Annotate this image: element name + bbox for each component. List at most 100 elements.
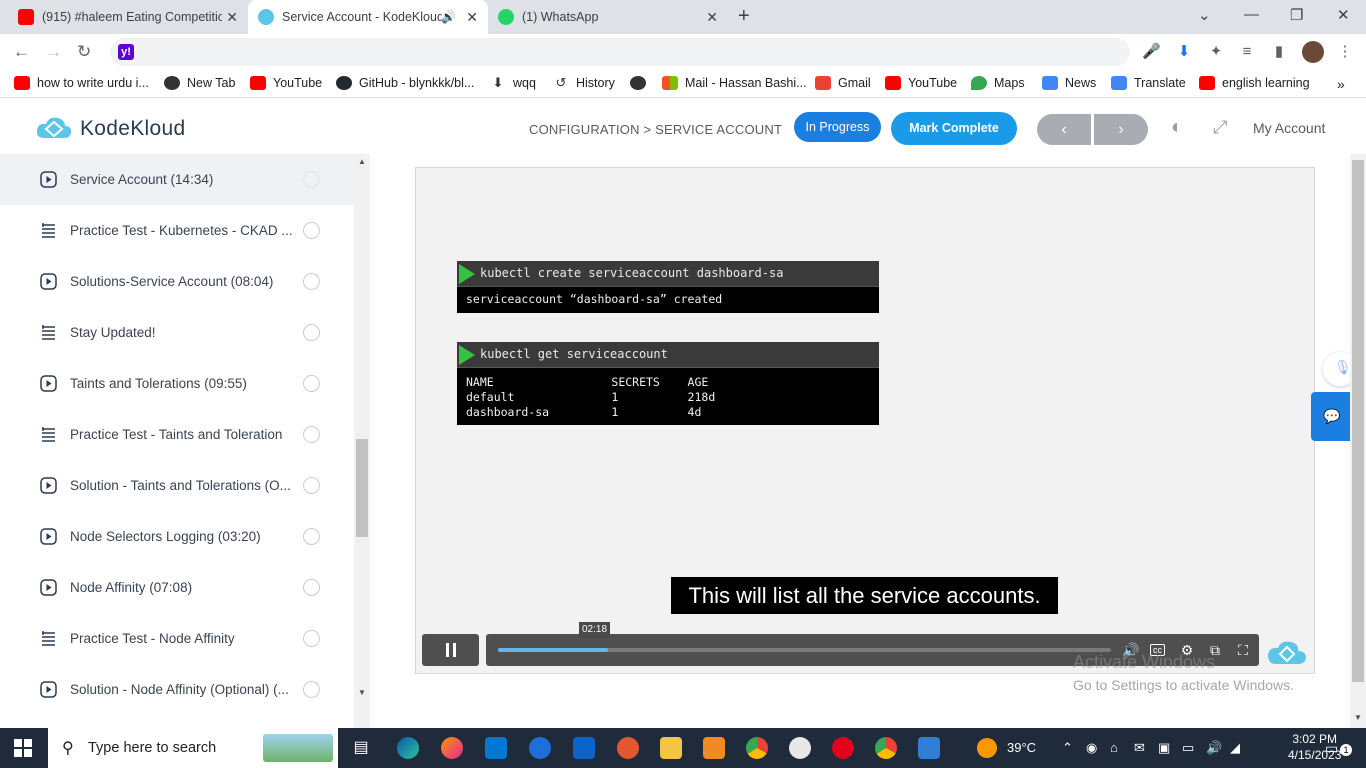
bookmarks-overflow-icon[interactable]: » [1337, 76, 1345, 92]
file-explorer-icon[interactable] [660, 737, 682, 759]
tray-display-icon[interactable]: ▭ [1182, 740, 1194, 756]
in-progress-button[interactable]: In Progress [794, 112, 881, 142]
bookmark-item[interactable]: ⬇ wqq [490, 76, 536, 91]
bookmark-item[interactable]: Maps [971, 76, 1025, 90]
bookmark-item[interactable]: english learning [1199, 76, 1310, 90]
settings-app-icon[interactable] [703, 737, 725, 759]
weather-sun-icon[interactable] [977, 738, 997, 758]
next-lesson-button[interactable]: › [1094, 114, 1148, 145]
tab-youtube[interactable]: (915) #haleem Eating Competitio ✕ [8, 0, 248, 34]
tab-kodekloud[interactable]: Service Account - KodeKloud 🔊 ✕ [248, 0, 488, 34]
extensions-icon[interactable]: ✦ [1207, 43, 1225, 61]
lesson-item[interactable]: Practice Test - Node Affinity [0, 613, 354, 664]
side-panel-icon[interactable]: ▮ [1270, 43, 1288, 61]
media-control-icon[interactable]: ≡ [1238, 43, 1256, 61]
lesson-item[interactable]: Taints and Tolerations (09:55) [0, 358, 354, 409]
volume-icon[interactable]: 🔊 [1206, 740, 1222, 756]
sidebar-scrollbar[interactable]: ▲ ▼ [354, 154, 370, 728]
lesson-item[interactable]: Solution - Node Affinity (Optional) (... [0, 664, 354, 715]
page-scrollbar[interactable]: ▼ [1350, 154, 1366, 728]
completion-circle[interactable] [303, 681, 320, 698]
bookmark-item[interactable]: News [1042, 76, 1096, 90]
completion-circle[interactable] [303, 630, 320, 647]
completion-circle[interactable] [303, 222, 320, 239]
address-bar[interactable]: y! [110, 38, 1130, 66]
chrome-icon[interactable] [746, 737, 768, 759]
completion-circle[interactable] [303, 579, 320, 596]
completion-circle[interactable] [303, 273, 320, 290]
completion-circle[interactable] [303, 426, 320, 443]
camera-app-icon[interactable] [789, 737, 811, 759]
tray-device-icon[interactable]: ▣ [1158, 740, 1170, 756]
video-fullscreen-icon[interactable]: ⛶ [1234, 642, 1252, 659]
completion-circle[interactable] [303, 375, 320, 392]
skype-icon[interactable] [529, 737, 551, 759]
firefox-icon[interactable] [441, 737, 463, 759]
notification-icon[interactable]: ▭ [1325, 740, 1338, 757]
edge-icon[interactable] [397, 737, 419, 759]
restore-icon[interactable]: ❐ [1290, 6, 1303, 24]
dark-mode-icon[interactable]: ◐ [1171, 116, 1183, 139]
scroll-down-icon[interactable]: ▼ [1354, 713, 1362, 722]
lesson-item[interactable]: Service Account (14:34) [0, 154, 354, 205]
minimize-icon[interactable]: — [1244, 6, 1259, 23]
scroll-up-icon[interactable]: ▲ [358, 157, 366, 166]
bookmark-item[interactable]: ↺ History [553, 76, 615, 91]
more-menu-icon[interactable]: ⋮ [1336, 43, 1354, 61]
lesson-item[interactable]: Solutions-Service Account (08:04) [0, 256, 354, 307]
scroll-down-icon[interactable]: ▼ [358, 688, 366, 697]
kodekloud-logo[interactable]: KodeKloud [34, 114, 185, 144]
new-tab-icon[interactable]: + [738, 5, 750, 28]
wifi-icon[interactable]: ◢ [1230, 740, 1240, 756]
reload-icon[interactable]: ↻ [77, 42, 91, 62]
video-progress-track[interactable] [498, 648, 1111, 652]
kodekloud-badge-icon[interactable] [1266, 638, 1308, 668]
forward-icon[interactable]: → [45, 42, 62, 62]
mail-icon[interactable] [573, 737, 595, 759]
mark-complete-button[interactable]: Mark Complete [891, 112, 1017, 145]
completion-circle[interactable] [303, 171, 320, 188]
lesson-item[interactable]: Practice Test - Kubernetes - CKAD ... [0, 205, 354, 256]
fullscreen-icon[interactable]: ⤢ [1213, 117, 1227, 138]
bookmark-item[interactable]: New Tab [164, 76, 235, 90]
tray-chat-icon[interactable]: ✉ [1134, 740, 1145, 756]
tab-search-icon[interactable]: ⌄ [1198, 6, 1211, 24]
task-view-icon[interactable]: ▤ [350, 737, 372, 759]
previous-lesson-button[interactable]: ‹ [1037, 114, 1091, 145]
page-scroll-thumb[interactable] [1352, 160, 1364, 682]
tab-whatsapp[interactable]: (1) WhatsApp ✕ [488, 0, 728, 34]
bookmark-item[interactable]: YouTube [885, 76, 957, 90]
tray-overflow-icon[interactable]: ⌃ [1062, 740, 1073, 756]
windows-start-icon[interactable] [14, 739, 32, 757]
bookmark-item[interactable]: how to write urdu i... [14, 76, 149, 90]
download-extension-icon[interactable]: ⬇ [1175, 43, 1193, 61]
window-close-icon[interactable]: ✕ [1337, 6, 1350, 24]
lesson-item[interactable]: Stay Updated! [0, 307, 354, 358]
chat-widget-button[interactable]: 💬 [1311, 392, 1350, 441]
bookmark-item[interactable]: GitHub - blynkkk/bl... [336, 76, 474, 90]
snail-app-icon[interactable] [617, 737, 639, 759]
bookmark-item[interactable] [630, 76, 653, 90]
back-icon[interactable]: ← [13, 42, 30, 62]
weather-temperature[interactable]: 39°C [1007, 740, 1036, 755]
profile-avatar[interactable] [1302, 41, 1324, 63]
lesson-item[interactable]: Node Selectors Logging (03:20) [0, 511, 354, 562]
microphone-icon[interactable]: 🎤 [1142, 43, 1161, 61]
completion-circle[interactable] [303, 477, 320, 494]
bookmark-item[interactable]: Translate [1111, 76, 1186, 90]
tray-network-icon[interactable]: ⌂ [1110, 740, 1118, 755]
tray-record-icon[interactable]: ◉ [1086, 740, 1097, 756]
speaker-icon[interactable]: 🔊 [441, 10, 456, 24]
lesson-item[interactable]: Node Affinity (07:08) [0, 562, 354, 613]
close-icon[interactable]: ✕ [706, 9, 718, 26]
close-icon[interactable]: ✕ [226, 9, 238, 26]
bookmark-item[interactable]: Gmail [815, 76, 871, 90]
opera-icon[interactable] [832, 737, 854, 759]
photos-icon[interactable] [918, 737, 940, 759]
sidebar-scroll-thumb[interactable] [356, 439, 368, 537]
completion-circle[interactable] [303, 324, 320, 341]
chrome-profile-icon[interactable] [875, 737, 897, 759]
bookmark-item[interactable]: Mail - Hassan Bashi... [662, 76, 807, 90]
store-icon[interactable] [485, 737, 507, 759]
lesson-item[interactable]: Practice Test - Taints and Toleration [0, 409, 354, 460]
